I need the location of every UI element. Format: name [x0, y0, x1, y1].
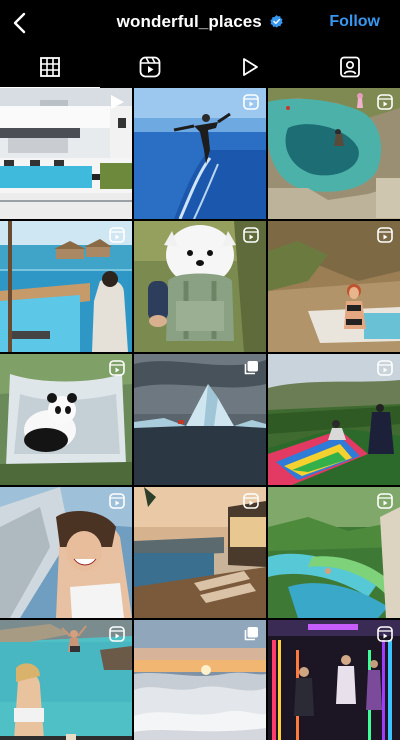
verified-badge-icon	[270, 14, 284, 28]
profile-header: wonderful_places Follow	[0, 0, 400, 46]
reels-icon	[377, 493, 393, 509]
post-thumbnail[interactable]	[134, 354, 266, 485]
post-thumbnail[interactable]	[268, 221, 400, 352]
tab-grid[interactable]	[0, 46, 100, 88]
reels-icon	[139, 56, 161, 78]
tab-videos[interactable]	[200, 46, 300, 88]
carousel-icon	[244, 361, 258, 375]
reels-icon	[109, 227, 125, 243]
post-thumbnail[interactable]	[134, 221, 266, 352]
follow-button[interactable]: Follow	[329, 13, 380, 31]
reels-icon	[377, 94, 393, 110]
tab-tagged[interactable]	[300, 46, 400, 88]
post-thumbnail[interactable]	[268, 487, 400, 618]
post-thumbnail[interactable]	[134, 620, 266, 740]
tab-reels[interactable]	[100, 46, 200, 88]
play-icon	[111, 95, 124, 109]
tagged-icon	[340, 56, 360, 78]
reels-icon	[109, 360, 125, 376]
post-thumbnail[interactable]	[0, 620, 132, 740]
post-thumbnail[interactable]	[0, 487, 132, 618]
username-title: wonderful_places	[116, 12, 262, 31]
carousel-icon	[244, 627, 258, 641]
reels-icon	[377, 360, 393, 376]
reels-icon	[109, 493, 125, 509]
grid-icon	[40, 57, 60, 77]
reels-icon	[243, 493, 259, 509]
post-thumbnail[interactable]	[0, 354, 132, 485]
reels-icon	[243, 94, 259, 110]
post-thumbnail[interactable]	[268, 620, 400, 740]
posts-grid	[0, 88, 400, 740]
reels-icon	[243, 227, 259, 243]
reels-icon	[109, 626, 125, 642]
play-icon	[243, 58, 258, 76]
post-thumbnail[interactable]	[134, 487, 266, 618]
post-thumbnail[interactable]	[268, 88, 400, 219]
post-thumbnail[interactable]	[268, 354, 400, 485]
post-thumbnail[interactable]	[0, 88, 132, 219]
post-thumbnail[interactable]	[0, 221, 132, 352]
post-thumbnail[interactable]	[134, 88, 266, 219]
profile-tabs	[0, 46, 400, 88]
reels-icon	[377, 626, 393, 642]
reels-icon	[377, 227, 393, 243]
